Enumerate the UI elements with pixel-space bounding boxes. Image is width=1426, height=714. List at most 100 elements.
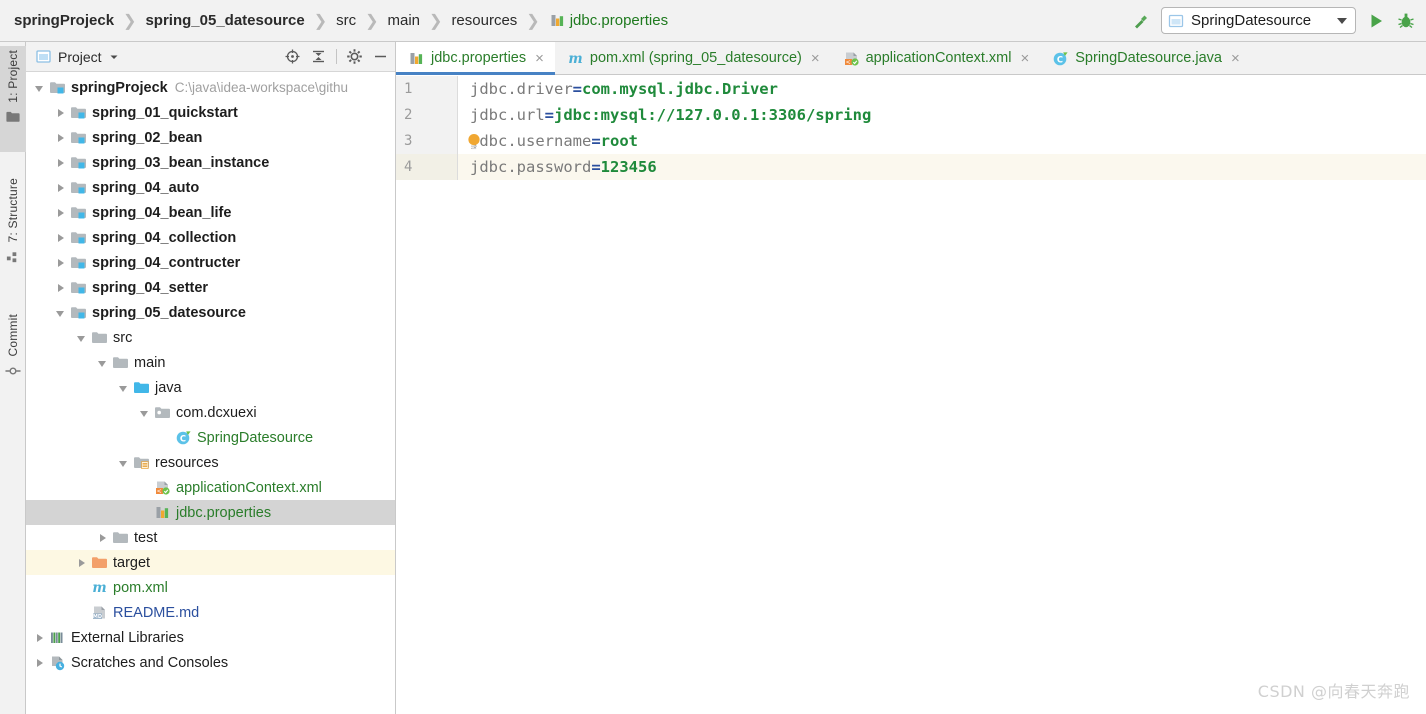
chevron-right-icon[interactable] [76, 557, 88, 569]
tree-node-resources[interactable]: resources [26, 450, 395, 475]
collapse-all-icon[interactable] [310, 48, 327, 65]
tree-node-external-libraries[interactable]: External Libraries [26, 625, 395, 650]
close-icon[interactable]: × [811, 50, 820, 67]
chevron-down-icon[interactable] [109, 52, 119, 62]
code-line[interactable]: 1 jdbc.driver=com.mysql.jdbc.Driver [396, 76, 1426, 102]
editor-tab-springdatesource-java[interactable]: C SpringDatesource.java × [1040, 42, 1250, 74]
tree-node-scratches-and-consoles[interactable]: Scratches and Consoles [26, 650, 395, 675]
resources-root-folder-icon [133, 454, 150, 471]
chevron-right-icon[interactable] [55, 257, 67, 269]
breadcrumb-separator: ❯ [365, 12, 379, 30]
gear-icon[interactable] [346, 48, 363, 65]
tree-node-spring-04-collection[interactable]: spring_04_collection [26, 225, 395, 250]
tree-node-spring-04-setter[interactable]: spring_04_setter [26, 275, 395, 300]
code-editor[interactable]: 1 jdbc.driver=com.mysql.jdbc.Driver 2 jdbc.… [396, 76, 1426, 714]
folder-icon [112, 354, 129, 371]
property-key: jdbc.password [470, 158, 592, 176]
svg-text:<: < [845, 59, 850, 66]
tree-node-main[interactable]: main [26, 350, 395, 375]
tree-node-springdatesource[interactable]: C SpringDatesource [26, 425, 395, 450]
editor-tab-applicationcontext-xml[interactable]: < applicationContext.xml × [831, 42, 1041, 74]
application-config-icon [1168, 13, 1184, 29]
stripe-button-7-structure[interactable]: 7: Structure [0, 174, 26, 296]
breadcrumb-item-jdbc-properties[interactable]: jdbc.properties [547, 10, 670, 31]
tree-node-test[interactable]: test [26, 525, 395, 550]
breadcrumb-item-src[interactable]: src [334, 10, 358, 31]
chevron-right-icon[interactable] [55, 182, 67, 194]
tree-node-com-dcxuexi[interactable]: com.dcxuexi [26, 400, 395, 425]
tree-node-pom-xml[interactable]: m pom.xml [26, 575, 395, 600]
project-tree[interactable]: springProjeck C:\java\idea-workspace\gith… [26, 73, 395, 714]
tree-node-src[interactable]: src [26, 325, 395, 350]
lightbulb-icon[interactable] [465, 132, 483, 151]
run-configuration-selector[interactable]: SpringDatesource [1161, 7, 1356, 34]
hide-icon[interactable] [372, 48, 389, 65]
run-configuration-name: SpringDatesource [1191, 12, 1312, 29]
property-value: com.mysql.jdbc.Driver [582, 80, 778, 98]
chevron-right-icon[interactable] [55, 232, 67, 244]
chevron-right-icon[interactable] [97, 532, 109, 544]
close-icon[interactable]: × [535, 50, 544, 67]
tree-node-label: SpringDatesource [197, 429, 314, 446]
chevron-right-icon[interactable] [55, 107, 67, 119]
code-line[interactable]: 3 jdbc.username=root [396, 128, 1426, 154]
property-value: root [600, 132, 638, 150]
chevron-down-icon[interactable] [55, 307, 67, 319]
chevron-right-icon[interactable] [34, 632, 46, 644]
chevron-right-icon[interactable] [55, 157, 67, 169]
tree-node-label: External Libraries [71, 629, 184, 646]
code-line[interactable]: 4 jdbc.password=123456 [396, 154, 1426, 180]
editor-tab-label: jdbc.properties [431, 50, 527, 66]
stripe-button-commit[interactable]: Commit [0, 310, 26, 406]
breadcrumb-item-resources[interactable]: resources [449, 10, 519, 31]
breadcrumb-item-spring-05-datesource[interactable]: spring_05_datesource [143, 10, 306, 31]
tree-node-readme-md[interactable]: MD README.md [26, 600, 395, 625]
chevron-down-icon[interactable] [1337, 17, 1347, 24]
tree-node-spring-01-quickstart[interactable]: spring_01_quickstart [26, 100, 395, 125]
chevron-down-icon[interactable] [34, 82, 46, 94]
tree-node-springprojeck[interactable]: springProjeck C:\java\idea-workspace\gith… [26, 75, 395, 100]
tree-node-java[interactable]: java [26, 375, 395, 400]
chevron-down-icon[interactable] [118, 382, 130, 394]
chevron-down-icon[interactable] [118, 457, 130, 469]
stripe-button-1-project[interactable]: 1: Project [0, 46, 26, 152]
tree-node-spring-03-bean-instance[interactable]: spring_03_bean_instance [26, 150, 395, 175]
tree-node-label: test [134, 529, 158, 546]
chevron-down-icon[interactable] [97, 357, 109, 369]
tree-node-label: spring_04_auto [92, 179, 200, 196]
tree-node-jdbc-properties[interactable]: jdbc.properties [26, 500, 395, 525]
chevron-right-icon[interactable] [34, 657, 46, 669]
hammer-icon[interactable] [1131, 11, 1151, 31]
chevron-right-icon[interactable] [55, 132, 67, 144]
java-class-icon: C [1052, 50, 1069, 67]
editor-tab-jdbc-properties[interactable]: jdbc.properties × [396, 42, 555, 75]
breadcrumb-separator: ❯ [429, 12, 443, 30]
tree-node-label: src [113, 329, 133, 346]
tree-node-spring-04-auto[interactable]: spring_04_auto [26, 175, 395, 200]
tree-node-spring-04-bean-life[interactable]: spring_04_bean_life [26, 200, 395, 225]
chevron-right-icon[interactable] [55, 207, 67, 219]
close-icon[interactable]: × [1231, 50, 1240, 67]
editor-tab-pom-xml-spring-05-datesource-[interactable]: m pom.xml (spring_05_datesource) × [555, 42, 831, 74]
tree-node-spring-02-bean[interactable]: spring_02_bean [26, 125, 395, 150]
breadcrumb-item-main[interactable]: main [386, 10, 423, 31]
module-folder-icon [70, 304, 87, 321]
tree-node-spring-04-contructer[interactable]: spring_04_contructer [26, 250, 395, 275]
tree-node-target[interactable]: target [26, 550, 395, 575]
chevron-down-icon[interactable] [139, 407, 151, 419]
breadcrumb-item-springprojeck[interactable]: springProjeck [12, 10, 116, 31]
debug-icon[interactable] [1396, 11, 1416, 31]
property-key: jdbc.driver [470, 80, 573, 98]
run-icon[interactable] [1366, 11, 1386, 31]
tree-node-spring-05-datesource[interactable]: spring_05_datesource [26, 300, 395, 325]
tree-node-applicationcontext-xml[interactable]: < applicationContext.xml [26, 475, 395, 500]
svg-text:<: < [157, 488, 162, 495]
close-icon[interactable]: × [1021, 50, 1030, 67]
code-line[interactable]: 2 jdbc.url=jdbc:mysql://127.0.0.1:3306/sp… [396, 102, 1426, 128]
select-opened-file-icon[interactable] [284, 48, 301, 65]
chevron-down-icon[interactable] [76, 332, 88, 344]
tree-node-label: spring_05_datesource [92, 304, 246, 321]
chevron-right-icon[interactable] [55, 282, 67, 294]
editor-tab-label: pom.xml (spring_05_datesource) [589, 50, 802, 66]
